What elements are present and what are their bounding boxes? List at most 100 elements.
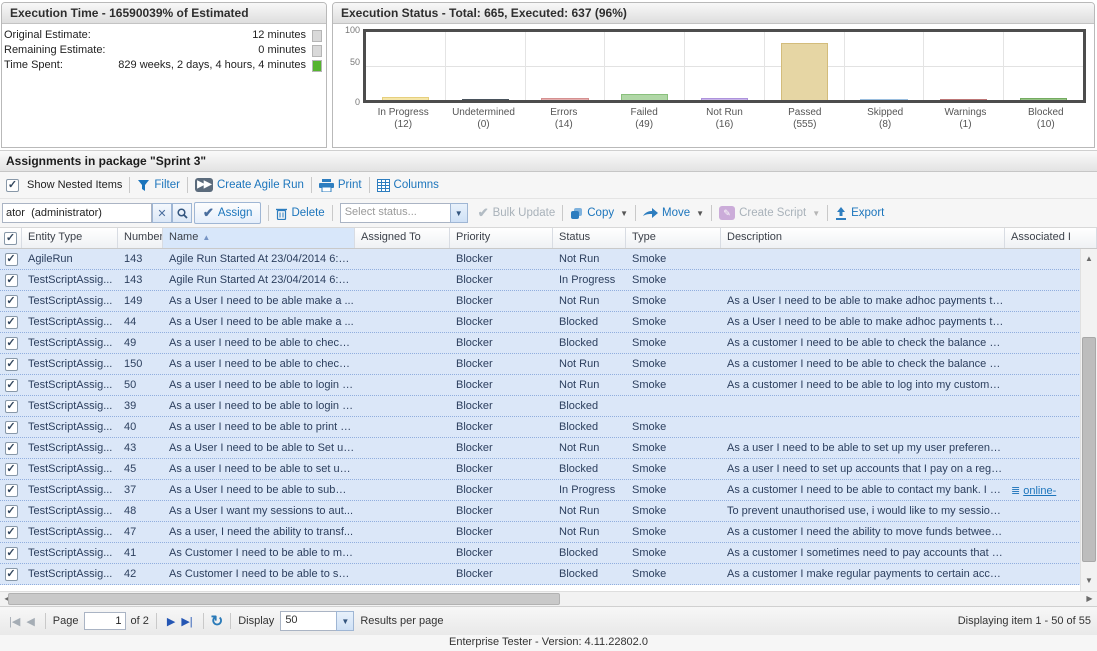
row-checkbox[interactable]: ✓ (5, 295, 18, 308)
row-checkbox[interactable]: ✓ (5, 442, 18, 455)
cell-assigned-to (355, 480, 450, 500)
table-row[interactable]: ✓TestScriptAssig...150As a user I need t… (0, 354, 1097, 375)
filter-button[interactable]: Filter (137, 179, 180, 192)
vertical-scrollbar[interactable]: ▲ ▼ (1080, 249, 1097, 591)
time-row: Remaining Estimate:0 minutes (4, 43, 322, 58)
cell-assigned-to (355, 543, 450, 563)
column-header-priority[interactable]: Priority (450, 228, 553, 248)
row-checkbox[interactable]: ✓ (5, 337, 18, 350)
cell-description: As a user I need to be able to set up my… (721, 438, 1005, 458)
row-checkbox[interactable]: ✓ (5, 253, 18, 266)
chart-category-label: In Progress(12) (363, 107, 443, 131)
assignee-input[interactable] (2, 203, 152, 223)
row-checkbox[interactable]: ✓ (5, 379, 18, 392)
divider (562, 205, 563, 221)
column-header-name[interactable]: Name▲ (163, 228, 355, 248)
delete-button[interactable]: Delete (276, 207, 324, 220)
time-row-swatch-icon (312, 60, 322, 72)
time-row-value: 0 minutes (106, 43, 313, 58)
page-number-input[interactable] (84, 612, 126, 630)
table-row[interactable]: ✓TestScriptAssig...149As a User I need t… (0, 291, 1097, 312)
toolbar-actions: ✕ ✔ Assign Delete Select status... ▼ ✔ B… (0, 199, 1097, 228)
refresh-icon[interactable]: ↻ (211, 612, 224, 630)
bar-passed (781, 43, 828, 100)
page-size-trigger[interactable]: ▼ (336, 611, 354, 631)
row-checkbox[interactable]: ✓ (5, 526, 18, 539)
select-all-checkbox[interactable]: ✓ (0, 228, 22, 248)
column-header-associated[interactable]: Associated I (1005, 228, 1097, 248)
cell-number: 39 (118, 396, 163, 416)
row-checkbox[interactable]: ✓ (5, 568, 18, 581)
column-header-status[interactable]: Status (553, 228, 626, 248)
table-row[interactable]: ✓TestScriptAssig...50As a user I need to… (0, 375, 1097, 396)
table-row[interactable]: ✓TestScriptAssig...48As a User I want my… (0, 501, 1097, 522)
cell-type: Smoke (626, 291, 721, 311)
table-row[interactable]: ✓TestScriptAssig...42As Customer I need … (0, 564, 1097, 585)
table-row[interactable]: ✓TestScriptAssig...41As Customer I need … (0, 543, 1097, 564)
row-checkbox[interactable]: ✓ (5, 505, 18, 518)
select-status-trigger[interactable]: ▼ (450, 203, 468, 223)
scroll-down-icon[interactable]: ▼ (1081, 573, 1097, 589)
export-button[interactable]: Export (835, 207, 884, 220)
print-button[interactable]: Print (319, 179, 362, 192)
create-agile-run-button[interactable]: ▶▶ Create Agile Run (195, 178, 304, 192)
table-row[interactable]: ✓TestScriptAssig...43As a User I need to… (0, 438, 1097, 459)
cell-number: 43 (118, 438, 163, 458)
next-page-button[interactable]: ▶ (167, 615, 175, 628)
cell-status: Blocked (553, 333, 626, 353)
table-row[interactable]: ✓TestScriptAssig...37As a User I need to… (0, 480, 1097, 501)
page-size-combo[interactable]: 50 ▼ (280, 611, 354, 631)
column-header-type[interactable]: Type (626, 228, 721, 248)
associated-link[interactable]: online- (1023, 485, 1056, 497)
bulk-update-button[interactable]: ✔ Bulk Update (478, 205, 556, 221)
row-checkbox[interactable]: ✓ (5, 316, 18, 329)
scroll-up-icon[interactable]: ▲ (1081, 251, 1097, 267)
table-row[interactable]: ✓AgileRun143Agile Run Started At 23/04/2… (0, 249, 1097, 270)
column-header-description[interactable]: Description (721, 228, 1005, 248)
cell-description: As a customer I need to be able to conta… (721, 480, 1005, 500)
move-button[interactable]: Move ▼ (643, 207, 704, 219)
show-nested-checkbox[interactable]: ✓ (6, 179, 19, 192)
cell-priority: Blocker (450, 333, 553, 353)
row-checkbox[interactable]: ✓ (5, 421, 18, 434)
select-status-combo[interactable]: Select status... ▼ (340, 203, 468, 223)
copy-label: Copy (587, 207, 614, 219)
create-script-button[interactable]: ✎ Create Script ▼ (719, 206, 820, 220)
row-checkbox[interactable]: ✓ (5, 274, 18, 287)
row-checkbox[interactable]: ✓ (5, 358, 18, 371)
cell-name: As Customer I need to be able to ma... (163, 543, 355, 563)
table-row[interactable]: ✓TestScriptAssig...143Agile Run Started … (0, 270, 1097, 291)
move-label: Move (662, 207, 690, 219)
scroll-right-icon[interactable]: ▶ (1082, 592, 1097, 606)
table-row[interactable]: ✓TestScriptAssig...39As a user I need to… (0, 396, 1097, 417)
cell-number: 44 (118, 312, 163, 332)
copy-button[interactable]: Copy ▼ (570, 207, 628, 220)
clear-assignee-button[interactable]: ✕ (152, 203, 172, 223)
table-row[interactable]: ✓TestScriptAssig...44As a User I need to… (0, 312, 1097, 333)
table-row[interactable]: ✓TestScriptAssig...47As a user, I need t… (0, 522, 1097, 543)
table-row[interactable]: ✓TestScriptAssig...45As a user I need to… (0, 459, 1097, 480)
table-row[interactable]: ✓TestScriptAssig...40As a user I need to… (0, 417, 1097, 438)
column-header-assigned-to[interactable]: Assigned To (355, 228, 450, 248)
column-header-entity-type[interactable]: Entity Type (22, 228, 118, 248)
row-checkbox[interactable]: ✓ (5, 400, 18, 413)
row-checkbox[interactable]: ✓ (5, 484, 18, 497)
assign-button[interactable]: ✔ Assign (194, 202, 261, 224)
associated-list-icon: ≣ (1011, 485, 1019, 497)
first-page-button[interactable]: |◀ (9, 615, 20, 628)
table-row[interactable]: ✓TestScriptAssig...49As a user I need to… (0, 333, 1097, 354)
last-page-button[interactable]: ▶| (181, 615, 192, 628)
vertical-scroll-thumb[interactable] (1082, 337, 1096, 562)
row-checkbox[interactable]: ✓ (5, 547, 18, 560)
row-checkbox[interactable]: ✓ (5, 463, 18, 476)
columns-button[interactable]: Columns (377, 179, 439, 192)
horizontal-scroll-thumb[interactable] (8, 593, 560, 605)
search-user-button[interactable] (172, 203, 192, 223)
horizontal-scrollbar[interactable]: ◀ ▶ (0, 591, 1097, 606)
column-header-number[interactable]: Number (118, 228, 163, 248)
prev-page-button[interactable]: ◀ (26, 615, 34, 628)
bulk-update-label: Bulk Update (493, 207, 556, 219)
cell-priority: Blocker (450, 417, 553, 437)
divider (156, 613, 157, 629)
cell-status: In Progress (553, 270, 626, 290)
